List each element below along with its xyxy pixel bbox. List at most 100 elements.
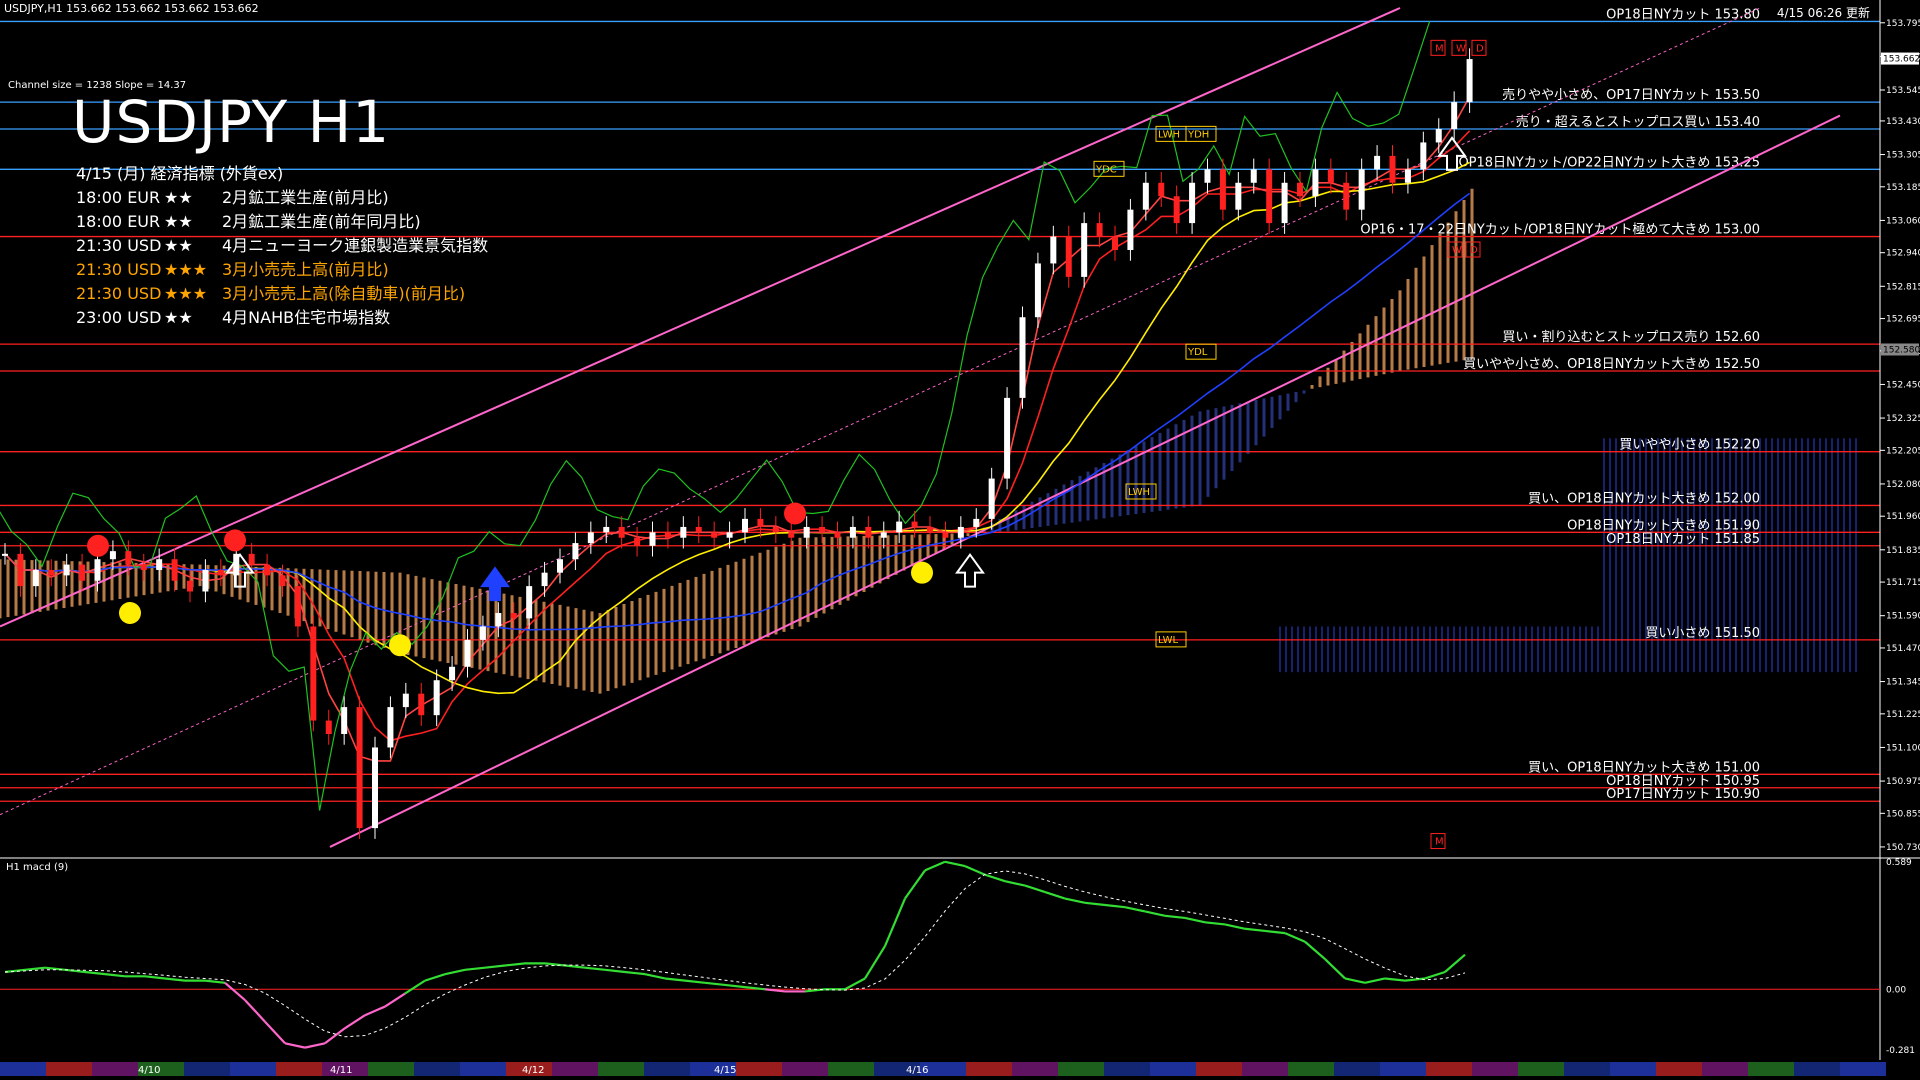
update-timestamp: 4/15 06:26 更新 xyxy=(1776,6,1870,20)
candle-body xyxy=(1343,182,1350,210)
price-level-label: OP18日NYカット/OP22日NYカット大きめ 153.25 xyxy=(1458,155,1760,170)
marker-label: LWL xyxy=(1158,635,1179,646)
candle-body xyxy=(140,564,147,570)
candle-body xyxy=(726,532,733,538)
marker-label: D xyxy=(1470,245,1478,256)
candle-body xyxy=(1250,169,1257,183)
event-time: 21:30 USD xyxy=(76,236,162,255)
candle-body xyxy=(1142,182,1149,210)
session-block xyxy=(736,1062,782,1076)
price-level-label: OP16・17・22日NYカット/OP18日NYカット極めて大きめ 153.00 xyxy=(1360,222,1760,238)
price-tick-label: 153.795 xyxy=(1886,19,1920,29)
session-block xyxy=(598,1062,644,1076)
session-block xyxy=(46,1062,92,1076)
candle-body xyxy=(32,569,39,587)
session-block xyxy=(828,1062,874,1076)
session-block xyxy=(276,1062,322,1076)
price-tick-label: 152.940 xyxy=(1886,249,1920,259)
price-tick-label: 151.835 xyxy=(1886,546,1920,556)
price-tick-label: 152.450 xyxy=(1886,380,1920,390)
candle-body xyxy=(1466,59,1473,103)
event-name: 4月ニューヨーク連銀製造業景気指数 xyxy=(222,236,489,255)
candle-body xyxy=(1034,263,1041,318)
session-block xyxy=(460,1062,506,1076)
session-block xyxy=(1334,1062,1380,1076)
price-tick-label: 151.960 xyxy=(1886,512,1920,522)
price-level-label: 売りやや小さめ、OP17日NYカット 153.50 xyxy=(1502,87,1760,103)
candle-body xyxy=(1389,155,1396,183)
marker-label: D xyxy=(1476,43,1484,54)
candle-body xyxy=(1158,182,1165,197)
candle-body xyxy=(927,526,933,533)
marker-label: M xyxy=(1435,43,1444,54)
candle-body xyxy=(341,707,348,734)
time-label: 4/12 xyxy=(522,1065,544,1076)
price-tick-label: 152.325 xyxy=(1886,414,1920,424)
session-block xyxy=(782,1062,828,1076)
candle-body xyxy=(1019,317,1026,398)
candle-body xyxy=(1374,155,1381,170)
session-block xyxy=(1564,1062,1610,1076)
event-name: 3月小売売上高(前月比) xyxy=(222,260,389,279)
event-name: 2月鉱工業生産(前月比) xyxy=(222,188,389,207)
candle-body xyxy=(526,586,533,619)
candle-body xyxy=(1358,169,1365,210)
buy-signal-icon xyxy=(119,602,141,624)
candle-body xyxy=(1219,169,1226,210)
macd-tick-label: 0.00 xyxy=(1886,985,1906,995)
macd-label: H1 macd (9) xyxy=(6,862,69,873)
session-block xyxy=(230,1062,276,1076)
candle-body xyxy=(618,526,625,538)
candle-body xyxy=(1327,169,1334,183)
time-label: 4/11 xyxy=(330,1065,352,1076)
candle-body xyxy=(711,532,718,538)
candle-body xyxy=(988,478,995,519)
candle-body xyxy=(125,551,132,565)
sell-signal-icon xyxy=(784,502,806,525)
event-time: 21:30 USD xyxy=(76,260,162,279)
macd-tick-label: 0.589 xyxy=(1886,858,1912,868)
candle-body xyxy=(772,526,779,533)
candle-body xyxy=(680,526,687,538)
price-tick-label: 151.225 xyxy=(1886,710,1920,720)
candle-body xyxy=(402,693,409,708)
session-block xyxy=(1748,1062,1794,1076)
candle-body xyxy=(1435,129,1442,143)
session-block xyxy=(1518,1062,1564,1076)
candle-body xyxy=(788,532,795,538)
candle-body xyxy=(187,580,193,592)
marker-label: LWH xyxy=(1128,487,1150,498)
marked-price-label: 152.580 xyxy=(1883,345,1920,355)
candle-body xyxy=(79,564,86,581)
candle-body xyxy=(1420,142,1427,170)
candle-body xyxy=(1266,169,1273,224)
session-block xyxy=(1472,1062,1518,1076)
session-block xyxy=(1426,1062,1472,1076)
price-tick-label: 152.080 xyxy=(1886,480,1920,490)
macd-tick-label: -0.281 xyxy=(1886,1046,1915,1056)
calendar-event: 18:00 EUR ★★ 2月鉱工業生産(前月比) xyxy=(76,186,488,210)
marker-label: W xyxy=(1456,43,1466,54)
chart-title: USDJPY H1 xyxy=(72,88,391,156)
session-block xyxy=(0,1062,46,1076)
price-level-label: 買い・割り込むとストップロス売り 152.60 xyxy=(1502,329,1760,345)
sell-signal-icon xyxy=(224,529,246,552)
candle-body xyxy=(1297,182,1303,197)
candle-body xyxy=(171,559,178,581)
session-block xyxy=(1288,1062,1334,1076)
candle-body xyxy=(479,626,486,640)
marker-label: YDL xyxy=(1187,347,1208,358)
event-stars: ★★ xyxy=(164,212,193,231)
candle-body xyxy=(695,526,702,533)
candle-body xyxy=(1281,182,1288,224)
candle-body xyxy=(94,559,101,581)
candle-body xyxy=(572,543,579,560)
marker-label: YDH xyxy=(1187,129,1209,140)
candle-body xyxy=(1096,223,1103,237)
price-tick-label: 153.060 xyxy=(1886,216,1920,226)
price-tick-label: 151.470 xyxy=(1886,644,1920,654)
calendar-event: 21:30 USD ★★★ 3月小売売上高(除自動車)(前月比) xyxy=(76,282,488,306)
candle-body xyxy=(464,639,471,667)
candle-body xyxy=(510,613,517,619)
price-level-label: OP17日NYカット 150.90 xyxy=(1606,787,1760,802)
